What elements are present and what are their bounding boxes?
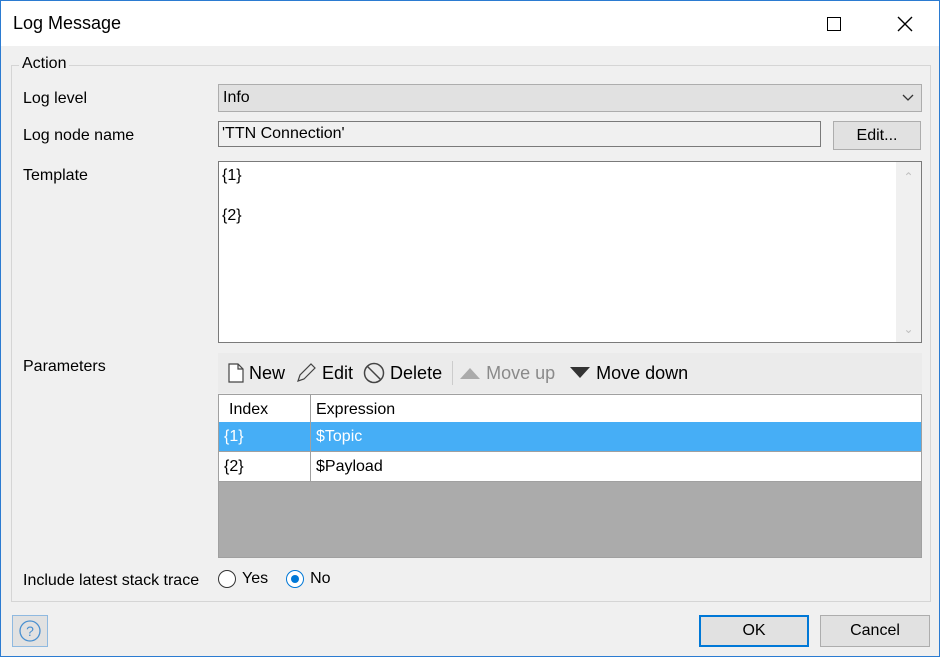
edit-log-node-button[interactable]: Edit... bbox=[833, 121, 921, 150]
move-up-button[interactable]: Move up bbox=[459, 363, 555, 384]
move-up-label: Move up bbox=[486, 362, 556, 383]
parameters-label: Parameters bbox=[23, 358, 106, 375]
delete-button[interactable]: Delete bbox=[363, 362, 442, 384]
edit-label: Edit bbox=[322, 362, 354, 383]
table-header: Index Expression bbox=[219, 395, 921, 425]
log-level-label: Log level bbox=[23, 90, 88, 107]
svg-text:?: ? bbox=[26, 623, 34, 639]
move-down-label: Move down bbox=[596, 362, 689, 383]
log-level-select[interactable]: Info bbox=[218, 84, 922, 112]
help-button[interactable]: ? bbox=[12, 615, 48, 647]
expression-cell: $Payload bbox=[316, 458, 383, 475]
template-textarea[interactable]: {1} {2} ⌃ ⌄ bbox=[218, 161, 922, 343]
index-cell: {2} bbox=[219, 452, 311, 481]
template-line: {2} bbox=[222, 207, 242, 224]
table-row[interactable]: {1} $Topic bbox=[219, 422, 921, 452]
maximize-button[interactable] bbox=[811, 1, 857, 46]
new-document-icon bbox=[228, 363, 244, 383]
template-scrollbar[interactable]: ⌃ ⌄ bbox=[896, 162, 921, 342]
delete-icon bbox=[363, 362, 385, 384]
log-node-name-field[interactable]: 'TTN Connection' bbox=[218, 121, 821, 147]
delete-label: Delete bbox=[390, 362, 443, 383]
column-header-index[interactable]: Index bbox=[219, 395, 311, 424]
yes-label: Yes bbox=[242, 570, 269, 587]
table-row[interactable]: {2} $Payload bbox=[219, 452, 921, 482]
scroll-down-icon: ⌄ bbox=[903, 322, 914, 336]
close-icon bbox=[897, 16, 913, 31]
parameters-toolbar: New Edit Delete Move up Move down bbox=[218, 353, 922, 393]
column-header-expression[interactable]: Expression bbox=[311, 395, 921, 424]
scroll-up-icon: ⌃ bbox=[903, 170, 914, 184]
no-label: No bbox=[310, 570, 331, 587]
radio-selected-dot bbox=[291, 575, 300, 583]
edit-button[interactable]: Edit bbox=[295, 362, 353, 384]
index-cell: {1} bbox=[219, 422, 311, 451]
template-label: Template bbox=[23, 167, 88, 184]
close-button[interactable] bbox=[882, 1, 928, 46]
pencil-icon bbox=[297, 363, 316, 382]
chevron-down-icon bbox=[902, 94, 914, 101]
help-icon: ? bbox=[19, 620, 41, 642]
cancel-button[interactable]: Cancel bbox=[820, 615, 930, 647]
yes-radio[interactable] bbox=[218, 570, 236, 588]
triangle-up-icon bbox=[460, 368, 481, 379]
no-radio[interactable] bbox=[286, 570, 305, 588]
log-node-name-label: Log node name bbox=[23, 127, 135, 144]
parameters-table: Index Expression {1} $Topic {2} $Payload bbox=[218, 394, 922, 558]
title-bar: Log Message bbox=[1, 1, 939, 46]
stack-trace-label: Include latest stack trace bbox=[23, 572, 200, 589]
log-message-dialog: Log Message Action Log level Info Log no… bbox=[0, 0, 940, 657]
new-button[interactable]: New bbox=[228, 363, 285, 384]
expression-cell: $Topic bbox=[316, 428, 363, 445]
dialog-title: Log Message bbox=[13, 13, 122, 33]
maximize-icon bbox=[827, 16, 841, 31]
template-line: {1} bbox=[222, 167, 242, 184]
new-label: New bbox=[249, 362, 286, 383]
ok-button[interactable]: OK bbox=[699, 615, 809, 647]
toolbar-separator bbox=[452, 361, 454, 385]
action-group-title: Action bbox=[19, 55, 70, 73]
log-level-value: Info bbox=[223, 89, 250, 106]
move-down-button[interactable]: Move down bbox=[569, 363, 688, 384]
triangle-down-icon bbox=[570, 367, 591, 378]
stack-trace-options: Yes No bbox=[218, 570, 331, 588]
